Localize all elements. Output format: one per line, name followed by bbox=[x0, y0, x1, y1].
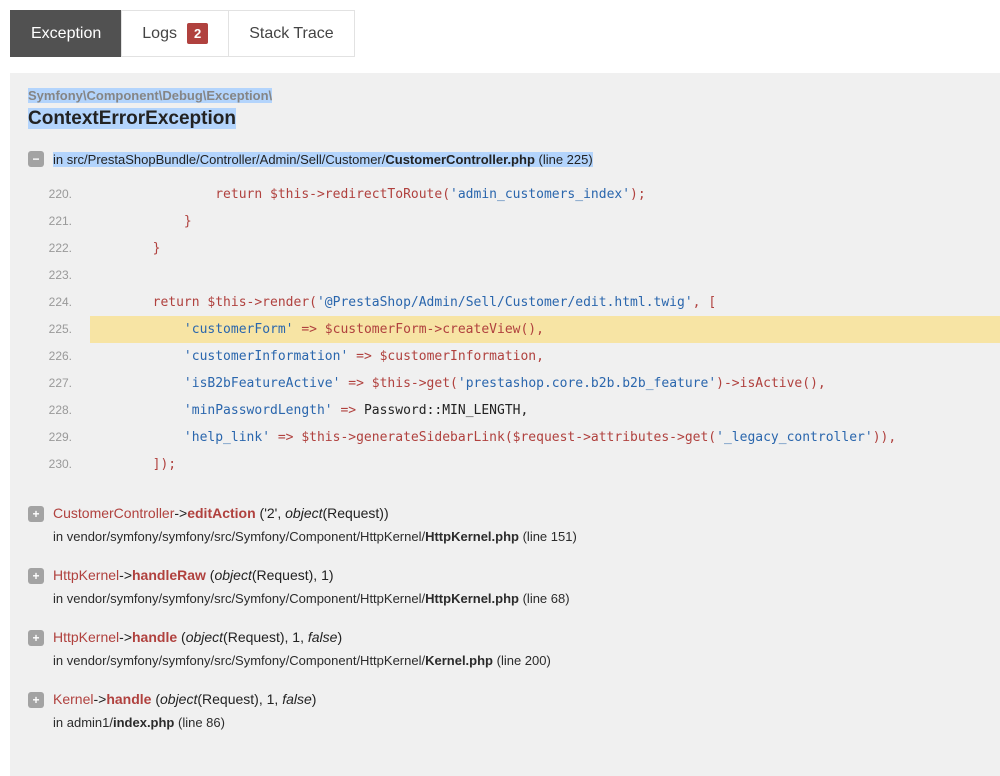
code-text bbox=[90, 262, 1000, 289]
code-line-226: 226. 'customerInformation' => $customerI… bbox=[10, 343, 1000, 370]
frame-location: in admin1/index.php (line 86) bbox=[53, 714, 1000, 731]
method-arrow: -> bbox=[119, 628, 132, 647]
frame-method: handle bbox=[106, 690, 151, 709]
tab-bar: Exception Logs 2 Stack Trace bbox=[0, 0, 1000, 57]
frame-location: in vendor/symfony/symfony/src/Symfony/Co… bbox=[53, 590, 1000, 607]
tab-exception-label: Exception bbox=[31, 25, 101, 43]
stack-frame: + HttpKernel->handle (object(Request), 1,… bbox=[28, 628, 1000, 669]
frame-signature: + HttpKernel->handleRaw (object(Request),… bbox=[28, 566, 1000, 585]
expand-icon[interactable]: + bbox=[28, 506, 44, 522]
exception-class-name: ContextErrorException bbox=[28, 106, 982, 131]
frame-class: HttpKernel bbox=[53, 628, 119, 647]
frame-location: in vendor/symfony/symfony/src/Symfony/Co… bbox=[53, 528, 1000, 545]
exception-panel: Symfony\Component\Debug\Exception\ Conte… bbox=[10, 73, 1000, 776]
exception-header: Symfony\Component\Debug\Exception\ Conte… bbox=[10, 87, 1000, 131]
method-arrow: -> bbox=[119, 566, 132, 585]
tab-stack-trace-label: Stack Trace bbox=[249, 25, 333, 43]
code-line-229: 229. 'help_link' => $this->generateSideb… bbox=[10, 424, 1000, 451]
stack-frame: + Kernel->handle (object(Request), 1, fal… bbox=[28, 690, 1000, 731]
frame-class: CustomerController bbox=[53, 504, 174, 523]
code-line-221: 221. } bbox=[10, 208, 1000, 235]
frame-class: HttpKernel bbox=[53, 566, 119, 585]
frame-method: editAction bbox=[187, 504, 255, 523]
method-arrow: -> bbox=[174, 504, 187, 523]
frame-args: (object(Request), 1, false) bbox=[151, 690, 316, 709]
tab-exception[interactable]: Exception bbox=[10, 10, 122, 57]
trace-location-text: in src/PrestaShopBundle/Controller/Admin… bbox=[53, 152, 593, 167]
line-number: 221. bbox=[10, 208, 90, 235]
collapse-icon[interactable]: − bbox=[28, 151, 44, 167]
frame-args: (object(Request), 1) bbox=[206, 566, 334, 585]
line-number: 228. bbox=[10, 397, 90, 424]
code-line-228: 228. 'minPasswordLength' => Password::MI… bbox=[10, 397, 1000, 424]
line-number: 223. bbox=[10, 262, 90, 289]
code-line-225: 225. 'customerForm' => $customerForm->cr… bbox=[10, 316, 1000, 343]
code-listing: 220. return $this->redirectToRoute('admi… bbox=[10, 181, 1000, 478]
code-text: 'customerInformation' => $customerInform… bbox=[90, 343, 1000, 370]
line-number: 225. bbox=[10, 316, 90, 343]
code-text: 'customerForm' => $customerForm->createV… bbox=[90, 316, 1000, 343]
expand-icon[interactable]: + bbox=[28, 568, 44, 584]
code-text: } bbox=[90, 235, 1000, 262]
stack-frame: + HttpKernel->handleRaw (object(Request),… bbox=[28, 566, 1000, 607]
stack-frame: + CustomerController->editAction ('2', ob… bbox=[28, 504, 1000, 545]
logs-count-badge: 2 bbox=[187, 23, 208, 44]
line-number: 229. bbox=[10, 424, 90, 451]
method-arrow: -> bbox=[93, 690, 106, 709]
code-line-222: 222. } bbox=[10, 235, 1000, 262]
trace-location-row: − in src/PrestaShopBundle/Controller/Adm… bbox=[10, 151, 1000, 167]
code-text: return $this->redirectToRoute('admin_cus… bbox=[90, 181, 1000, 208]
code-text: } bbox=[90, 208, 1000, 235]
line-number: 224. bbox=[10, 289, 90, 316]
code-line-227: 227. 'isB2bFeatureActive' => $this->get(… bbox=[10, 370, 1000, 397]
code-line-230: 230. ]); bbox=[10, 451, 1000, 478]
exception-namespace: Symfony\Component\Debug\Exception\ bbox=[28, 87, 982, 104]
frame-signature: + HttpKernel->handle (object(Request), 1,… bbox=[28, 628, 1000, 647]
line-number: 220. bbox=[10, 181, 90, 208]
frame-signature: + CustomerController->editAction ('2', ob… bbox=[28, 504, 1000, 523]
frame-method: handleRaw bbox=[132, 566, 206, 585]
frame-args: (object(Request), 1, false) bbox=[177, 628, 342, 647]
frame-class: Kernel bbox=[53, 690, 93, 709]
frame-args: ('2', object(Request)) bbox=[256, 504, 389, 523]
code-text: 'help_link' => $this->generateSidebarLin… bbox=[90, 424, 1000, 451]
code-text: 'minPasswordLength' => Password::MIN_LEN… bbox=[90, 397, 1000, 424]
line-number: 227. bbox=[10, 370, 90, 397]
frame-location: in vendor/symfony/symfony/src/Symfony/Co… bbox=[53, 652, 1000, 669]
code-line-224: 224. return $this->render('@PrestaShop/A… bbox=[10, 289, 1000, 316]
expand-icon[interactable]: + bbox=[28, 692, 44, 708]
line-number: 230. bbox=[10, 451, 90, 478]
code-text: ]); bbox=[90, 451, 1000, 478]
tab-logs-label: Logs bbox=[142, 25, 177, 43]
code-line-220: 220. return $this->redirectToRoute('admi… bbox=[10, 181, 1000, 208]
frame-method: handle bbox=[132, 628, 177, 647]
line-number: 226. bbox=[10, 343, 90, 370]
tab-stack-trace[interactable]: Stack Trace bbox=[228, 10, 354, 57]
code-text: return $this->render('@PrestaShop/Admin/… bbox=[90, 289, 1000, 316]
expand-icon[interactable]: + bbox=[28, 630, 44, 646]
code-line-223: 223. bbox=[10, 262, 1000, 289]
stack-frames: +CustomerController->editAction ('2', ob… bbox=[10, 504, 1000, 731]
frame-signature: + Kernel->handle (object(Request), 1, fal… bbox=[28, 690, 1000, 709]
line-number: 222. bbox=[10, 235, 90, 262]
code-text: 'isB2bFeatureActive' => $this->get('pres… bbox=[90, 370, 1000, 397]
tab-logs[interactable]: Logs 2 bbox=[121, 10, 229, 57]
